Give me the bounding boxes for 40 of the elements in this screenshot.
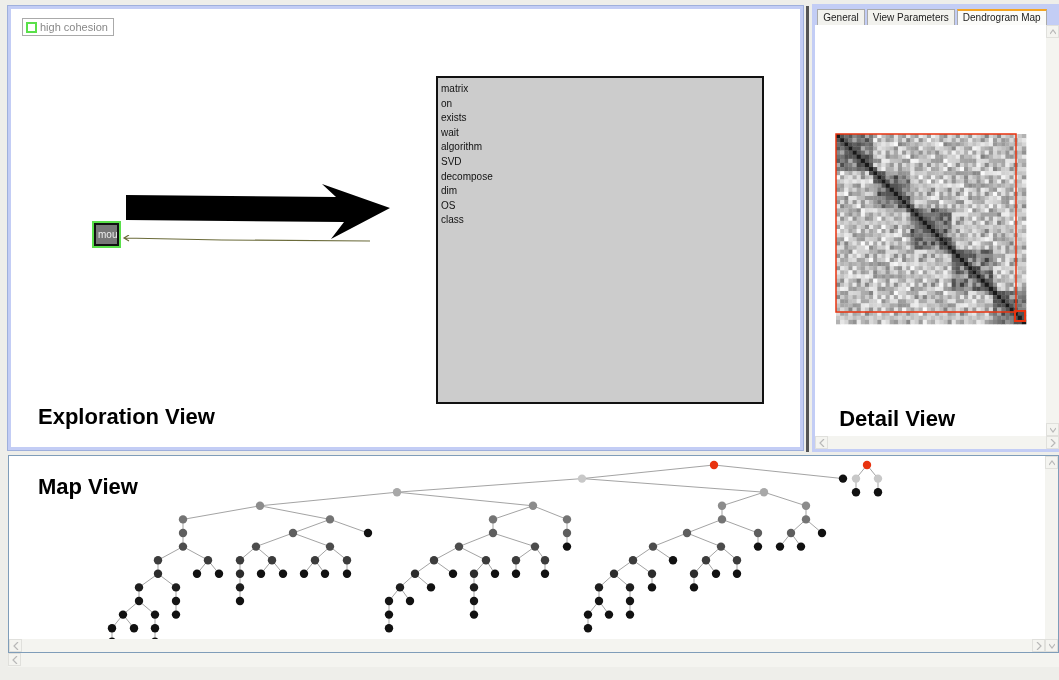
chevron-up-icon [1048,458,1055,467]
scroll-left-button[interactable] [8,653,21,666]
scroll-down-button[interactable] [1045,639,1058,652]
legend-swatch-icon [26,21,37,33]
term-label: class [441,213,464,228]
chevron-right-icon [1049,438,1056,447]
graph-node[interactable]: mou [94,223,119,246]
horizontal-scrollbar[interactable] [9,639,1045,652]
horizontal-scrollbar[interactable] [8,653,1059,667]
chevron-down-icon [1048,641,1055,650]
panel-title: Map View [38,474,138,500]
tab[interactable]: General [817,9,865,25]
panel-title: Exploration View [38,404,215,430]
legend-label: high cohesion [40,21,108,33]
term-label: matrix [441,82,469,96]
chevron-up-icon [1049,27,1056,36]
chevron-down-icon [1049,425,1056,434]
term-label: OS [441,198,456,213]
term-label: decompose [441,169,493,184]
term-label: wait [441,125,459,140]
vertical-scrollbar[interactable] [1046,25,1059,436]
horizontal-scrollbar[interactable] [815,436,1059,449]
panel-title: Detail View [839,406,955,432]
chevron-right-icon [1035,641,1042,650]
term-label: dim [441,184,458,199]
term-label: algorithm [441,140,483,155]
scroll-left-button[interactable] [815,436,829,449]
chevron-left-icon [818,438,825,447]
tab[interactable]: Dendrogram Map [956,9,1047,25]
term-label: exists [441,111,467,126]
vertical-scrollbar[interactable] [1045,456,1058,652]
term-label: SVD [441,154,462,169]
scroll-up-button[interactable] [1046,25,1059,38]
tab[interactable]: View Parameters [866,9,955,25]
scroll-up-button[interactable] [1045,456,1058,469]
term-label: on [441,96,453,111]
scroll-left-button[interactable] [9,639,22,652]
scroll-down-button[interactable] [1046,423,1059,436]
scroll-right-button[interactable] [1046,436,1059,449]
scroll-right-button[interactable] [1032,639,1045,652]
